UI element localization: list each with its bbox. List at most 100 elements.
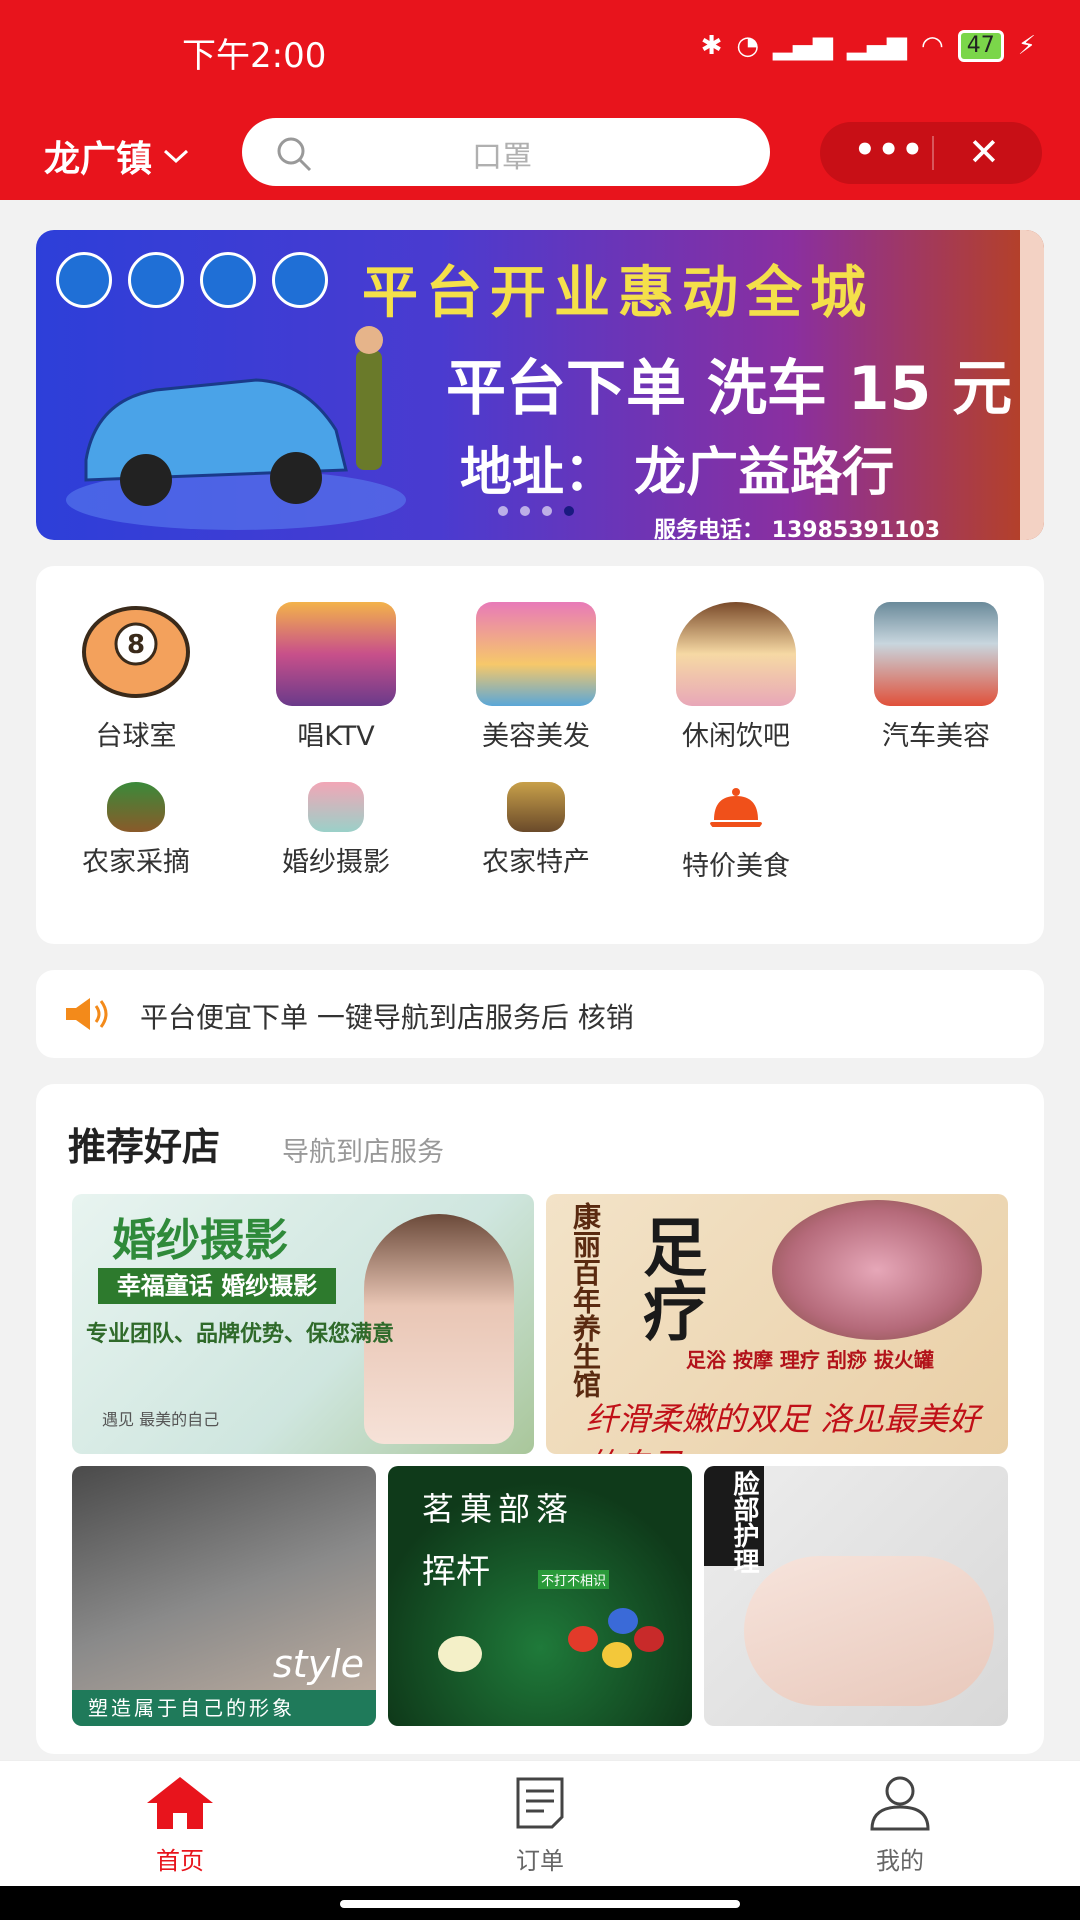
category-label: 农家特产 xyxy=(482,847,590,878)
billiard-ball-icon: 8 xyxy=(82,606,190,698)
category-label: 汽车美容 xyxy=(882,721,990,752)
category-item-beauty[interactable]: 美容美发 xyxy=(436,602,636,753)
location-selector[interactable]: 龙广镇 xyxy=(44,130,190,182)
wedding-photo-icon xyxy=(308,782,364,832)
user-icon xyxy=(870,1776,930,1831)
ktv-icon xyxy=(276,602,396,706)
notice-text: 平台便宜下单 一键导航到店服务后 核销 xyxy=(140,1001,634,1034)
banner-next-peek xyxy=(1020,230,1044,540)
location-label: 龙广镇 xyxy=(44,139,153,180)
car-care-icon xyxy=(874,602,998,706)
banner-pagination xyxy=(498,506,574,516)
category-label: 美容美发 xyxy=(482,721,590,752)
category-item-wedding[interactable]: 婚纱摄影 xyxy=(236,782,436,879)
billiard-ball xyxy=(634,1626,664,1652)
bottom-tab-bar: 首页 订单 我的 xyxy=(0,1760,1080,1886)
charging-icon: ⚡ xyxy=(1017,31,1036,61)
close-button[interactable]: ✕ xyxy=(968,130,1000,174)
bluetooth-icon: ✱ xyxy=(700,31,723,61)
shop-card-hair-salon[interactable]: style 塑造属于自己的形象 xyxy=(72,1466,376,1726)
shop-name: 脸部护理 xyxy=(729,1470,759,1574)
miniprogram-capsule: ••• ✕ xyxy=(820,122,1042,184)
banner-line1: 平台下单 洗车 15 元 xyxy=(446,354,1013,424)
section-title: 推荐好店 xyxy=(68,1125,221,1169)
category-label: 婚纱摄影 xyxy=(282,847,390,878)
battery-icon: 47 xyxy=(957,30,1004,62)
billiard-ball xyxy=(568,1626,598,1652)
banner-line2: 地址： 龙广益路行 xyxy=(460,443,895,503)
car-illustration xyxy=(66,326,406,530)
search-icon xyxy=(277,137,312,172)
car-wash-icon xyxy=(56,252,112,308)
category-label: 台球室 xyxy=(95,721,177,752)
notice-bar[interactable]: 平台便宜下单 一键导航到店服务后 核销 xyxy=(36,970,1044,1058)
farm-picking-icon xyxy=(107,782,165,832)
car-wash-icon xyxy=(272,252,328,308)
shop-slogan: 塑造属于自己的形象 xyxy=(72,1690,376,1726)
capsule-divider xyxy=(932,136,934,170)
tab-label: 我的 xyxy=(876,1847,924,1875)
shop-style-text: style xyxy=(272,1642,364,1686)
banner-phone: 服务电话： 13985391103 xyxy=(654,518,941,540)
category-item-food[interactable]: 特价美食 xyxy=(636,782,836,883)
tab-label: 首页 xyxy=(156,1847,204,1875)
category-item-billiards[interactable]: 8 台球室 xyxy=(36,602,236,753)
speaker-icon xyxy=(66,998,108,1030)
category-item-car-care[interactable]: 汽车美容 xyxy=(836,602,1036,753)
more-button[interactable]: ••• xyxy=(854,130,923,170)
shop-slogan: 专业团队、品牌优势、保您满意 xyxy=(86,1322,395,1347)
recommended-shops: 推荐好店 导航到店服务 婚纱摄影 幸福童话 婚纱摄影 专业团队、品牌优势、保您满… xyxy=(36,1084,1044,1754)
shop-slogan: 纤滑柔嫩的双足 洛见最美好的自己 xyxy=(586,1400,981,1454)
alarm-icon: ◔ xyxy=(736,31,760,61)
tab-orders[interactable]: 订单 xyxy=(460,1775,620,1876)
shop-card-wedding[interactable]: 婚纱摄影 幸福童话 婚纱摄影 专业团队、品牌优势、保您满意 遇见 最美的自己 xyxy=(72,1194,534,1454)
billiard-ball xyxy=(602,1642,632,1668)
home-icon xyxy=(147,1777,213,1829)
wifi-icon: ◠ xyxy=(921,31,944,61)
status-icons: ✱ ◔ ▂▄▆ ▂▄▆ ◠ 47 ⚡ xyxy=(701,30,1036,62)
category-grid: 8 台球室 唱KTV 美容美发 休闲饮吧 汽车美容 农家采摘 婚纱摄影 农家特产… xyxy=(36,566,1044,944)
category-item-ktv[interactable]: 唱KTV xyxy=(236,602,436,753)
search-placeholder: 口罩 xyxy=(472,140,532,175)
status-bar: 下午2:00 ✱ ◔ ▂▄▆ ▂▄▆ ◠ 47 ⚡ xyxy=(0,0,1080,100)
category-label: 农家采摘 xyxy=(82,847,190,878)
banner-title: 平台开业惠动全城 xyxy=(362,261,874,326)
signal-icon: ▂▄▆ xyxy=(773,31,834,61)
facial-photo xyxy=(744,1556,994,1706)
promo-banner[interactable]: 平台开业惠动全城 平台下单 洗车 15 元 地址： 龙广益路行 服务电话： 13… xyxy=(36,230,1044,540)
chevron-down-icon xyxy=(164,149,189,164)
foot-bath-photo xyxy=(772,1200,982,1340)
car-wash-icon xyxy=(128,252,184,308)
shop-card-billiards[interactable]: 茗菓部落 挥杆 不打不相识 xyxy=(388,1466,692,1726)
svg-text:8: 8 xyxy=(127,630,145,660)
billiard-ball xyxy=(438,1636,482,1672)
tab-label: 订单 xyxy=(516,1847,564,1875)
tab-mine[interactable]: 我的 xyxy=(820,1775,980,1876)
category-item-farm-picking[interactable]: 农家采摘 xyxy=(36,782,236,879)
drink-bar-icon xyxy=(676,602,796,706)
status-time: 下午2:00 xyxy=(182,36,327,76)
section-subtitle: 导航到店服务 xyxy=(282,1137,444,1168)
shop-services: 足浴 按摩 理疗 刮痧 拔火罐 xyxy=(686,1348,934,1372)
system-home-indicator[interactable] xyxy=(0,1886,1080,1920)
category-item-farm-produce[interactable]: 农家特产 xyxy=(436,782,636,879)
tab-home[interactable]: 首页 xyxy=(100,1775,260,1876)
shop-tagline: 幸福童话 婚纱摄影 xyxy=(98,1268,336,1304)
beauty-salon-icon xyxy=(476,602,596,706)
billiard-ball xyxy=(608,1608,638,1634)
shop-heading: 婚纱摄影 xyxy=(112,1215,288,1266)
shop-card-facial[interactable]: 脸部护理 xyxy=(704,1466,1008,1726)
shop-name: 茗菓部落 xyxy=(422,1490,575,1528)
category-label: 休闲饮吧 xyxy=(682,721,790,752)
category-item-drinks[interactable]: 休闲饮吧 xyxy=(636,602,836,753)
shop-card-foot-spa[interactable]: 康丽百年养生馆 足疗 足浴 按摩 理疗 刮痧 拔火罐 纤滑柔嫩的双足 洛见最美好… xyxy=(546,1194,1008,1454)
shop-tag: 不打不相识 xyxy=(538,1570,610,1589)
search-input[interactable]: 口罩 xyxy=(242,118,770,186)
shop-name: 康丽百年养生馆 xyxy=(569,1202,602,1398)
shop-heading: 足疗 xyxy=(632,1214,706,1342)
category-label: 唱KTV xyxy=(297,721,375,752)
order-icon xyxy=(516,1777,564,1829)
signal-icon: ▂▄▆ xyxy=(847,31,908,61)
car-wash-icon xyxy=(200,252,256,308)
shop-slogan: 挥杆 xyxy=(422,1552,490,1592)
